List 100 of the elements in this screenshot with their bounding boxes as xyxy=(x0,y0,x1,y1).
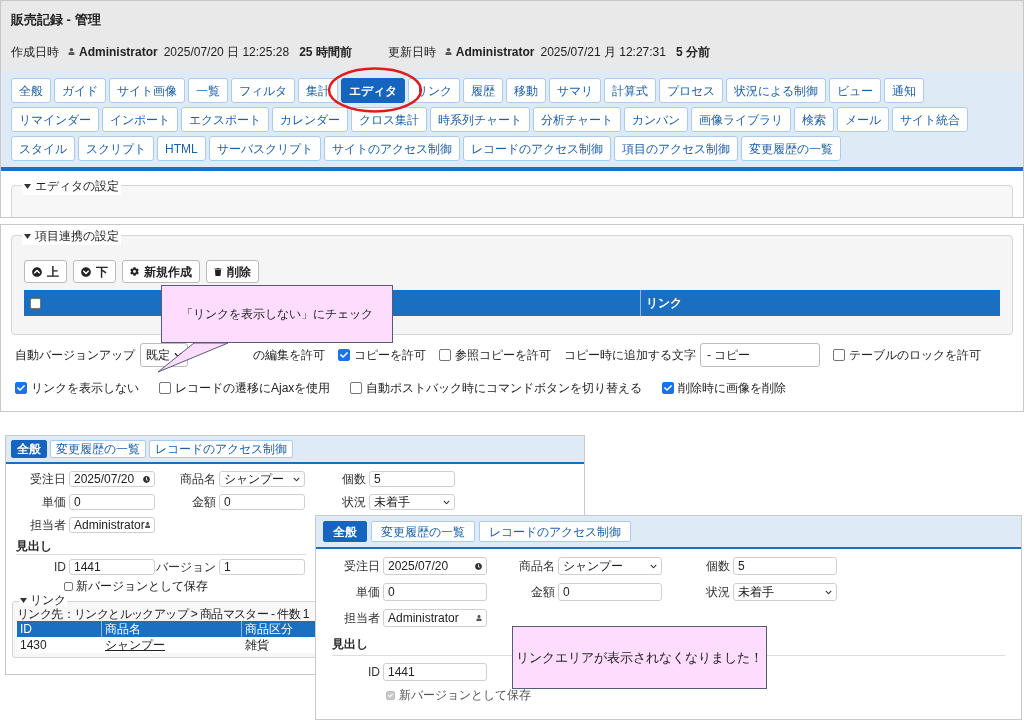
field-label: 個数 xyxy=(705,558,730,575)
tab[interactable]: HTML xyxy=(157,136,206,161)
input-field[interactable]: - コピー xyxy=(700,343,820,367)
tab[interactable]: 変更履歴の一覧 xyxy=(371,521,475,542)
select-field[interactable]: シャンプー xyxy=(558,557,662,575)
option-label: コピー時に追加する文字 xyxy=(564,347,696,364)
input-field[interactable]: 1441 xyxy=(69,559,155,575)
tab[interactable]: 通知 xyxy=(884,78,924,103)
tab[interactable]: 変更履歴の一覧 xyxy=(740,136,841,161)
input-field[interactable]: 5 xyxy=(369,471,455,487)
tab[interactable]: サイト統合 xyxy=(892,107,968,132)
tab[interactable]: エディタ xyxy=(341,78,405,103)
chevron-down-icon xyxy=(650,562,657,570)
checkbox-label: 参照コピーを許可 xyxy=(455,347,551,364)
tab[interactable]: 画像ライブラリ xyxy=(691,107,791,132)
tab[interactable]: 変更履歴の一覧 xyxy=(50,440,146,458)
tab[interactable]: エクスポート xyxy=(181,107,269,132)
user-name: Administrator xyxy=(455,43,535,61)
chevron-up-icon xyxy=(32,266,42,277)
tab[interactable]: スタイル xyxy=(11,136,75,161)
checkbox-label: 削除時に画像を削除 xyxy=(678,380,787,397)
field-label: 金額 xyxy=(530,584,555,601)
tab[interactable]: ガイド xyxy=(54,78,106,103)
checkbox[interactable] xyxy=(350,382,363,394)
tab[interactable]: ビュー xyxy=(829,78,881,103)
tab[interactable]: レコードのアクセス制御 xyxy=(462,136,611,161)
input-field[interactable]: 0 xyxy=(558,583,662,601)
tab[interactable]: インポート xyxy=(102,107,178,132)
checkbox[interactable] xyxy=(662,382,675,394)
input-field[interactable]: Administrator xyxy=(383,609,487,627)
tab[interactable]: 計算式 xyxy=(604,78,656,103)
tab[interactable]: 一覧 xyxy=(188,78,228,103)
tab[interactable]: プロセス xyxy=(659,78,723,103)
checkbox-label: テーブルのロックを許可 xyxy=(849,347,981,364)
checkbox[interactable] xyxy=(338,349,350,361)
toolbar-button[interactable]: 上 xyxy=(24,260,67,283)
tab[interactable]: サイトのアクセス制御 xyxy=(323,136,460,161)
tab[interactable]: 全般 xyxy=(11,78,51,103)
checkbox[interactable] xyxy=(833,349,845,361)
field-label: ID xyxy=(53,559,66,576)
user-icon xyxy=(68,48,75,55)
field-label: 商品名 xyxy=(518,558,555,575)
tab[interactable]: 分析チャート xyxy=(533,107,621,132)
table-cell: 1430 xyxy=(17,637,102,653)
tab[interactable]: レコードのアクセス制御 xyxy=(149,440,293,458)
field-label: 商品名 xyxy=(179,471,216,488)
input-field[interactable]: 5 xyxy=(733,557,837,575)
table-link[interactable]: シャンプー xyxy=(102,637,242,653)
tab[interactable]: 全般 xyxy=(11,440,47,458)
input-field[interactable]: 0 xyxy=(69,494,155,510)
tab[interactable]: フィルタ xyxy=(231,78,295,103)
tab[interactable]: 検索 xyxy=(794,107,834,132)
input-field[interactable]: 2025/07/20 xyxy=(69,471,155,487)
tab[interactable]: クロス集計 xyxy=(351,107,427,132)
checkbox[interactable] xyxy=(64,581,73,591)
checkbox[interactable] xyxy=(439,349,451,361)
tab[interactable]: メール xyxy=(837,107,889,132)
checkbox-label: 新バージョンとして保存 xyxy=(399,689,531,701)
input-field[interactable]: 2025/07/20 xyxy=(383,557,487,575)
input-field[interactable]: 0 xyxy=(219,494,305,510)
input-field[interactable]: Administrator xyxy=(69,517,155,533)
tab[interactable]: レコードのアクセス制御 xyxy=(479,521,631,542)
select-field[interactable]: 未着手 xyxy=(369,494,455,510)
tab[interactable]: カンバン xyxy=(624,107,688,132)
link-caption: リンク先：リンクとルックアップ > 商品マスター - 件数 1 xyxy=(17,607,310,621)
checkbox[interactable] xyxy=(159,382,171,394)
field-label: 単価 xyxy=(41,494,66,511)
section-title: 項目連携の設定 xyxy=(35,228,119,245)
tab[interactable]: 集計 xyxy=(298,78,338,103)
user-icon xyxy=(476,615,482,621)
tab[interactable]: 項目のアクセス制御 xyxy=(613,136,738,161)
gear-icon xyxy=(130,267,139,276)
toolbar-button[interactable]: 下 xyxy=(73,260,116,283)
checkbox[interactable] xyxy=(30,297,41,309)
tab[interactable]: 時系列チャート xyxy=(430,107,530,132)
user-icon xyxy=(144,522,150,528)
tab[interactable]: サマリ xyxy=(549,78,601,103)
tab[interactable]: 全般 xyxy=(323,521,367,542)
tab[interactable]: サイト画像 xyxy=(109,78,185,103)
tab[interactable]: スクリプト xyxy=(78,136,154,161)
tab[interactable]: 履歴 xyxy=(463,78,503,103)
tab[interactable]: 移動 xyxy=(506,78,546,103)
field-label: 個数 xyxy=(341,471,366,488)
input-field[interactable]: 1441 xyxy=(383,663,487,681)
chevron-down-icon xyxy=(81,266,91,277)
caret-icon xyxy=(24,233,31,239)
tab[interactable]: リマインダー xyxy=(11,107,99,132)
input-field[interactable]: 1 xyxy=(219,559,305,575)
select-field[interactable]: 未着手 xyxy=(733,583,837,601)
tab[interactable]: カレンダー xyxy=(272,107,348,132)
caret-icon xyxy=(20,597,27,603)
field-label: 担当者 xyxy=(343,610,380,627)
checkbox[interactable] xyxy=(15,382,27,394)
tab[interactable]: 状況による制御 xyxy=(726,78,826,103)
tab[interactable]: サーバスクリプト xyxy=(208,136,321,161)
section-title: エディタの設定 xyxy=(35,178,119,195)
select-field[interactable]: シャンプー xyxy=(219,471,305,487)
input-field[interactable]: 0 xyxy=(383,583,487,601)
toolbar-button[interactable]: 新規作成 xyxy=(122,260,200,283)
toolbar-button[interactable]: 削除 xyxy=(206,260,259,283)
